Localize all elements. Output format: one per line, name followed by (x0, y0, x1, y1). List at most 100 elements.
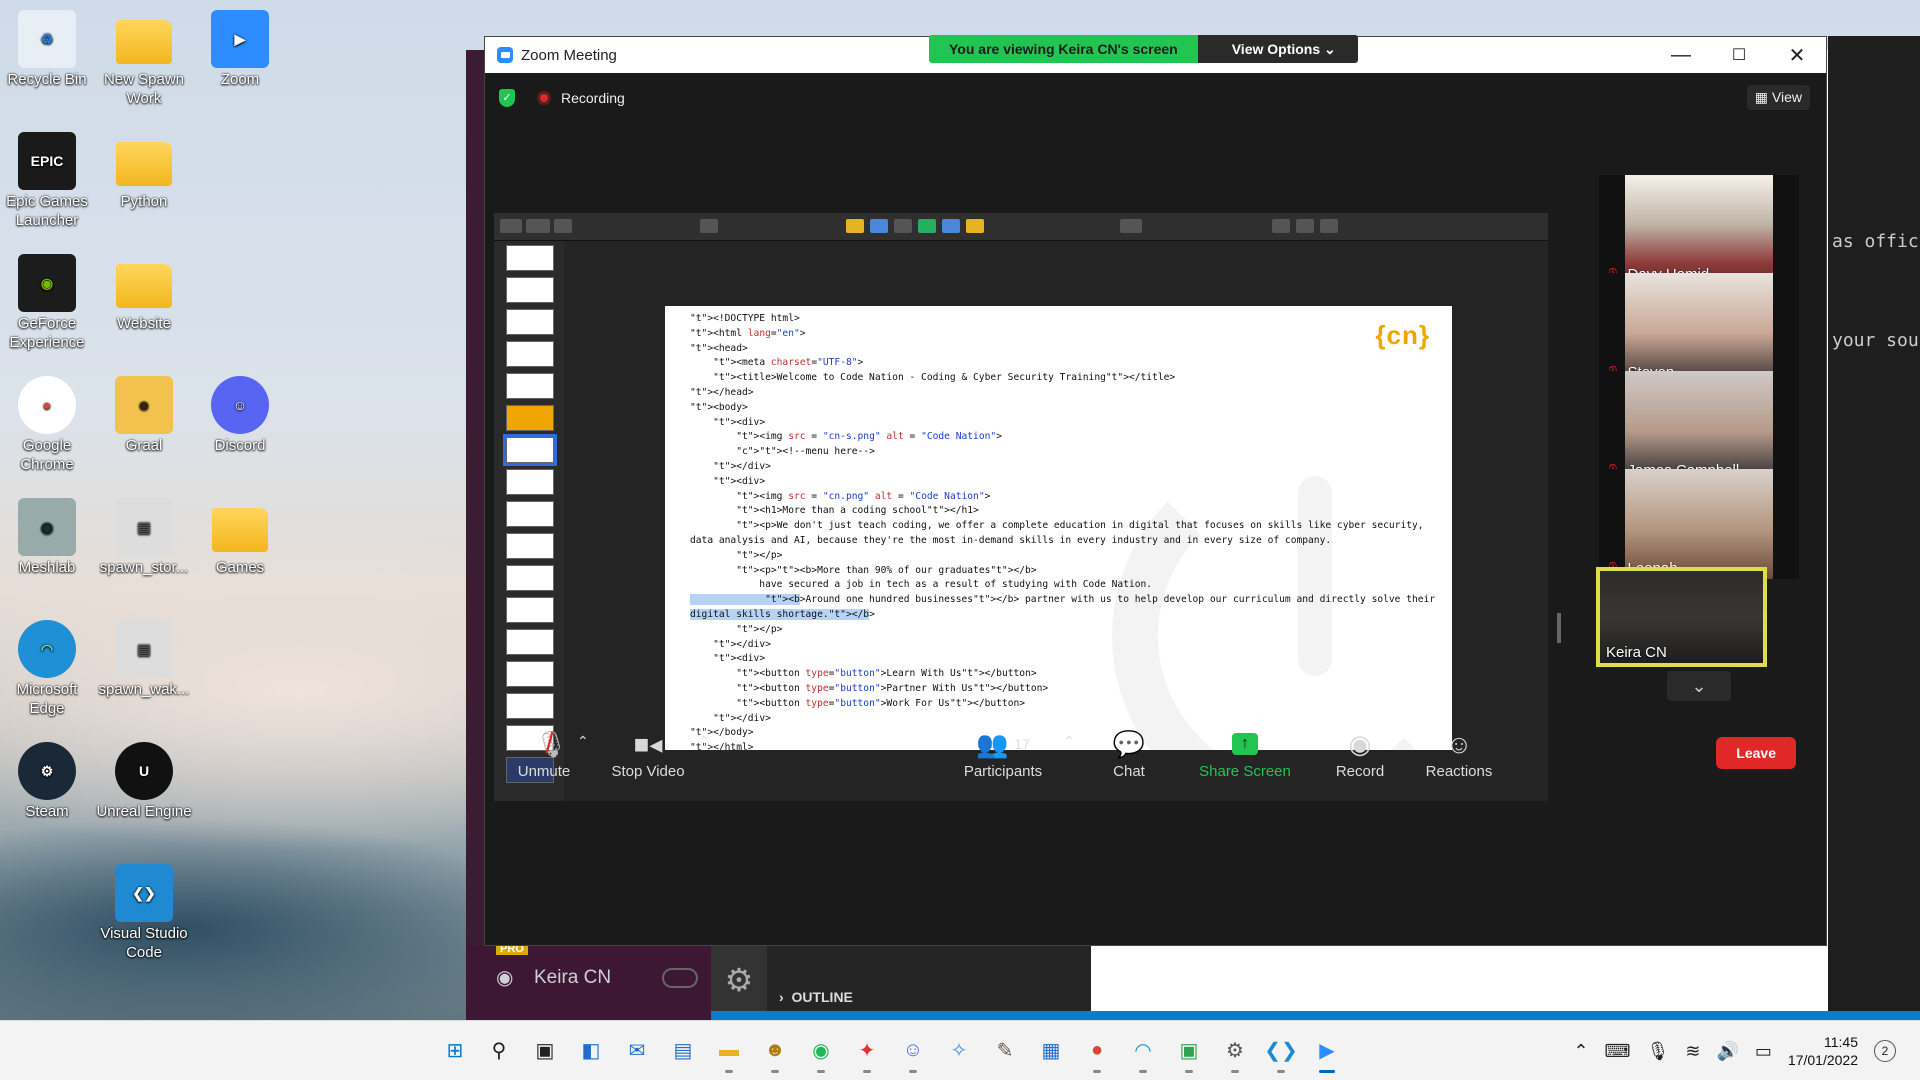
outline-label[interactable]: › OUTLINE (779, 989, 853, 1005)
desktop-icon[interactable]: ☻ Graal (96, 376, 192, 455)
chevron-up-icon[interactable]: ⌃ (1573, 1041, 1588, 1062)
desktop-icon[interactable]: Python (96, 132, 192, 211)
slide-thumbnail[interactable] (506, 405, 554, 431)
slide-thumbnail[interactable] (506, 693, 554, 719)
code-line: "t"><button type="button">Learn With Us"… (736, 668, 1037, 680)
slide-thumbnail[interactable] (506, 661, 554, 687)
microsoft-store-icon[interactable]: ▦ (1034, 1033, 1068, 1067)
desktop-icon-label: spawn_stor... (99, 559, 189, 576)
slide-thumbnail[interactable] (506, 309, 554, 335)
desktop-icon[interactable]: ▤ spawn_stor... (96, 498, 192, 577)
search-icon[interactable]: ⚲ (482, 1033, 516, 1067)
participant-tile[interactable]: 🎙James Campbell (1599, 371, 1799, 481)
leave-button[interactable]: Leave (1716, 737, 1796, 769)
widgets-icon[interactable]: ◧ (574, 1033, 608, 1067)
desktop-icon[interactable]: Games (192, 498, 288, 577)
edge-icon[interactable]: ◠ (1126, 1033, 1160, 1073)
desktop-icon[interactable]: ♻ Recycle Bin (0, 10, 95, 89)
stop-video-button[interactable]: ■◂ Stop Video (605, 725, 691, 781)
desktop-icon[interactable]: ☺ Discord (192, 376, 288, 455)
slide-thumbnail[interactable] (503, 434, 557, 466)
desktop-icon[interactable]: Website (96, 254, 192, 333)
taskbar: ⊞ ⚲ ▣ ◧ ✉ ▤ ▬ ☻ ◉ ✦ ☺ ✧ ✎ ▦ ● ◠ ▣ ⚙ ❮❯ ▶ ⌃ ⌨ 🎙 ≋ 🔊 ▭ 11:45 … (0, 1020, 1920, 1080)
microphone-icon[interactable]: 🎙 (1647, 1041, 1670, 1062)
file-explorer-icon[interactable]: ▬ (712, 1033, 746, 1073)
desktop-icon[interactable]: ▶ Zoom (192, 10, 288, 89)
slide-thumbnail[interactable] (506, 373, 554, 399)
slide-thumbnail[interactable] (506, 565, 554, 591)
slide-thumbnail[interactable] (506, 629, 554, 655)
desktop-icon[interactable]: ◉ Meshlab (0, 498, 95, 577)
keyboard-icon[interactable]: ⌨ (1605, 1041, 1631, 1062)
code-line: "t"><html lang="en"> (690, 327, 806, 339)
participants-button[interactable]: 👥 17 Participants (957, 725, 1049, 781)
view-button[interactable]: ▦ View (1746, 85, 1810, 110)
gear-icon[interactable]: ⚙ (711, 945, 767, 1020)
desktop-icon[interactable]: ● Google Chrome (0, 376, 95, 474)
spotify-icon[interactable]: ◉ (804, 1033, 838, 1073)
vscode-icon[interactable]: ❮❯ (1264, 1033, 1298, 1073)
maximize-button[interactable]: ☐ (1710, 37, 1768, 73)
unmute-button[interactable]: 🎙 / Unmute (509, 725, 579, 780)
wifi-icon[interactable]: ≋ (1685, 1041, 1700, 1062)
minimize-button[interactable]: — (1652, 37, 1710, 73)
close-button[interactable]: ✕ (1768, 37, 1826, 73)
slide-thumbnail[interactable] (506, 245, 554, 271)
toggle-switch[interactable] (662, 968, 698, 988)
slide-thumbnail[interactable] (506, 533, 554, 559)
task-view-icon[interactable]: ▣ (528, 1033, 562, 1067)
code-line: "t"><button type="button">Work For Us"t"… (736, 697, 1026, 709)
meshlab-icon[interactable]: ✧ (942, 1033, 976, 1067)
share-screen-button[interactable]: ↑ Share Screen (1197, 725, 1293, 780)
record-button[interactable]: ◉ Record (1325, 725, 1395, 781)
video-options-caret[interactable]: ⌃ (698, 733, 710, 750)
participant-tile[interactable]: 🎙Davy Hamid (1599, 175, 1799, 285)
desktop-icon[interactable]: ◉ GeForce Experience (0, 254, 95, 352)
slide-thumbnail[interactable] (506, 597, 554, 623)
zoom-icon[interactable]: ▶ (1310, 1033, 1344, 1073)
chat-button[interactable]: 💬 Chat (1099, 725, 1159, 781)
steam-icon: ⚙ (18, 742, 76, 800)
slide-thumbnail[interactable] (506, 469, 554, 495)
splitter-handle[interactable] (1557, 613, 1561, 643)
graal-icon[interactable]: ☻ (758, 1033, 792, 1073)
battery-icon[interactable]: ▭ (1755, 1041, 1772, 1062)
desktop-icon[interactable]: EPIC Epic Games Launcher (0, 132, 95, 230)
app-icon[interactable]: ▣ (1172, 1033, 1206, 1073)
desktop-icon[interactable]: U Unreal Engine (96, 742, 192, 821)
mail-icon[interactable]: ✉ (620, 1033, 654, 1067)
scroll-down-chevron[interactable]: ⌄ (1667, 671, 1731, 701)
participant-tile[interactable]: Keira CN (1596, 567, 1767, 667)
chat-bubble-icon: 💬 (1112, 728, 1146, 759)
slide-thumbnail[interactable] (506, 501, 554, 527)
desktop-icon[interactable]: ◠ Microsoft Edge (0, 620, 95, 718)
view-options-button[interactable]: View Options ⌄ (1197, 35, 1358, 63)
notification-badge[interactable]: 2 (1874, 1040, 1896, 1062)
gimp-icon[interactable]: ✎ (988, 1033, 1022, 1067)
discord-icon[interactable]: ☺ (896, 1033, 930, 1073)
audio-options-caret[interactable]: ⌃ (577, 733, 589, 750)
notepad-icon[interactable]: ▤ (666, 1033, 700, 1067)
desktop-icon[interactable]: ⚙ Steam (0, 742, 95, 821)
settings-icon[interactable]: ⚙ (1218, 1033, 1252, 1073)
slide-thumbnail[interactable] (506, 277, 554, 303)
desktop-icon[interactable]: New Spawn Work (96, 10, 192, 108)
desktop-icon-label: spawn_wak... (98, 681, 190, 698)
reactions-button[interactable]: ☺ Reactions (1419, 725, 1499, 781)
background-editor-pane: as offici your soul (1828, 36, 1920, 1020)
game-icon[interactable]: ✦ (850, 1033, 884, 1073)
folder-icon (116, 264, 172, 308)
volume-icon[interactable]: 🔊 (1716, 1041, 1738, 1062)
chrome-icon[interactable]: ● (1080, 1033, 1114, 1073)
desktop-icon-label: Visual Studio Code (100, 925, 188, 961)
desktop-icon[interactable]: ▤ spawn_wak... (96, 620, 192, 699)
participant-tile[interactable]: 🎙Leenah (1599, 469, 1799, 579)
participant-tile[interactable]: 🎙Steven (1599, 273, 1799, 383)
desktop-icon[interactable]: ❮❯ Visual Studio Code (96, 864, 192, 962)
windows-start-icon[interactable]: ⊞ (438, 1033, 472, 1067)
participants-options-caret[interactable]: ⌃ (1063, 733, 1075, 750)
shield-icon[interactable]: ✓ (499, 89, 515, 107)
slide-thumbnail[interactable] (506, 341, 554, 367)
clock[interactable]: 11:45 17/01/2022 (1788, 1033, 1858, 1069)
meshlab-icon: ◉ (18, 498, 76, 556)
